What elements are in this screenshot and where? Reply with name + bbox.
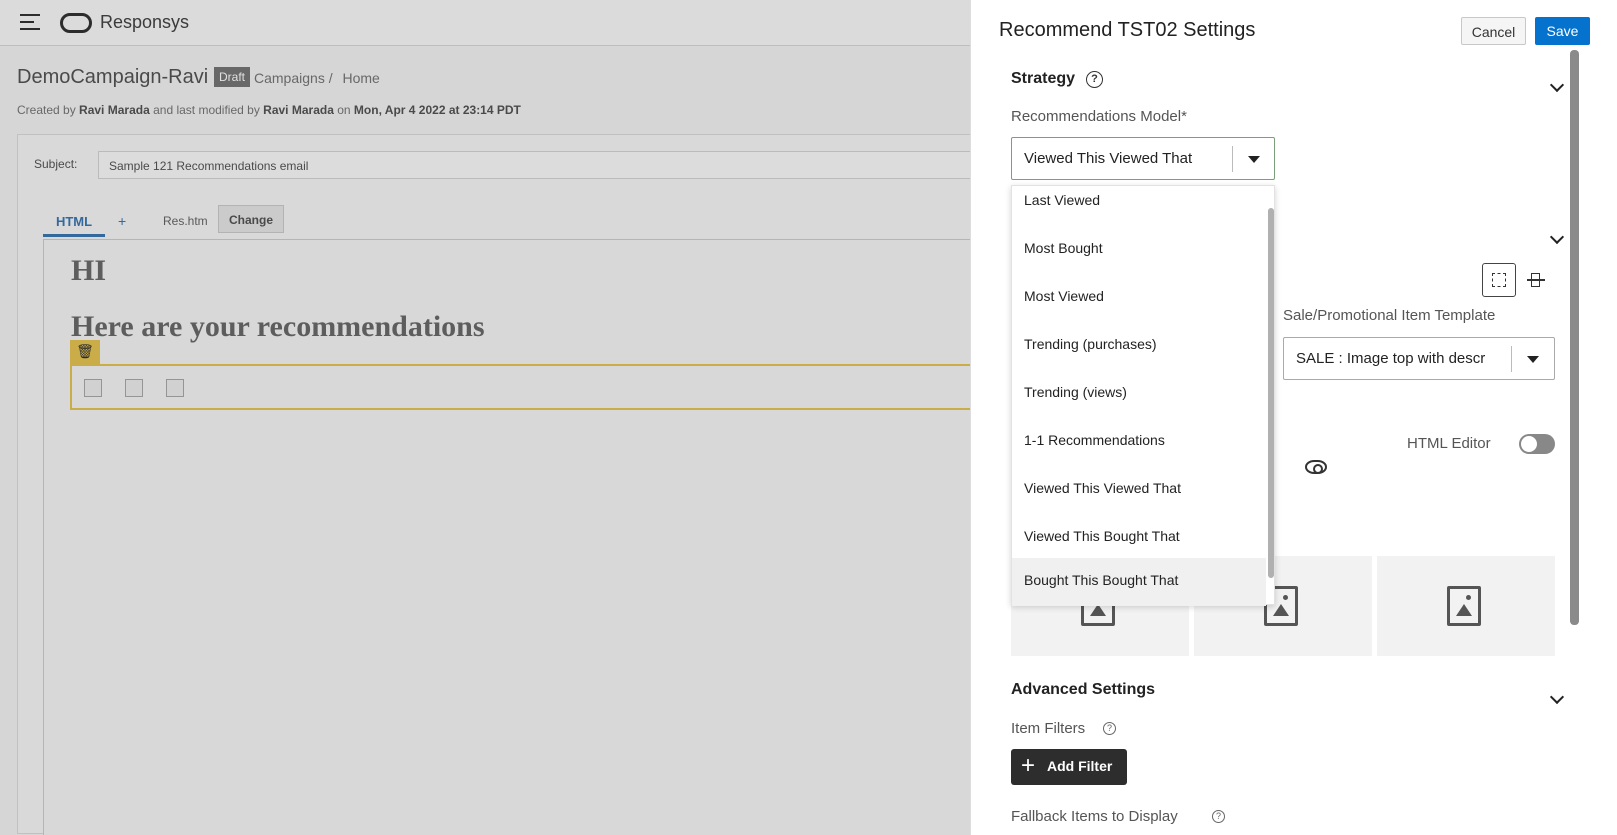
add-filter-label: Add Filter	[1047, 758, 1113, 774]
dropdown-scrollbar[interactable]	[1268, 208, 1274, 578]
image-placeholder-icon	[1447, 586, 1481, 626]
template-value[interactable]: SALE : Image top with descr	[1296, 350, 1496, 367]
dropdown-option[interactable]: Most Viewed	[1012, 274, 1266, 322]
help-icon[interactable]: ?	[1103, 722, 1116, 735]
cancel-button[interactable]: Cancel	[1461, 17, 1526, 45]
advanced-settings-title: Advanced Settings	[1011, 681, 1156, 698]
recommendations-model-value[interactable]: Viewed This Viewed That	[1024, 150, 1214, 167]
dropdown-option[interactable]: 1-1 Recommendations	[1012, 418, 1266, 466]
chevron-down-icon[interactable]	[1549, 229, 1565, 245]
settings-panel: Recommend TST02 Settings Cancel Save Str…	[970, 0, 1617, 835]
dropdown-option[interactable]: Trending (views)	[1012, 370, 1266, 418]
panel-title: Recommend TST02 Settings	[999, 19, 1256, 41]
chevron-down-icon[interactable]	[1549, 77, 1565, 93]
dropdown-option[interactable]: Most Bought	[1012, 226, 1266, 274]
help-icon[interactable]: ?	[1086, 71, 1103, 88]
html-editor-toggle[interactable]	[1519, 434, 1555, 454]
recommendations-model-select[interactable]: Viewed This Viewed That	[1011, 137, 1275, 180]
fallback-items-label: Fallback Items to Display	[1011, 808, 1178, 825]
help-icon[interactable]: ?	[1212, 810, 1225, 823]
modal-overlay	[0, 0, 970, 835]
dropdown-option[interactable]: Viewed This Viewed That	[1012, 466, 1266, 514]
item-filters-label: Item Filters	[1011, 720, 1086, 737]
preview-eye-icon[interactable]	[1305, 460, 1327, 474]
dropdown-option[interactable]: Trending (purchases)	[1012, 322, 1266, 370]
add-filter-button[interactable]: + Add Filter	[1011, 749, 1127, 785]
fit-width-icon[interactable]	[1527, 271, 1545, 289]
recommendations-model-dropdown: Last Viewed Most Bought Most Viewed Tren…	[1011, 185, 1275, 606]
dropdown-option-highlighted[interactable]: Bought This Bought That	[1012, 558, 1266, 606]
html-editor-label: HTML Editor	[1407, 435, 1491, 452]
plus-icon: +	[1021, 752, 1036, 779]
strategy-title: Strategy	[1011, 70, 1076, 87]
chevron-down-icon[interactable]	[1549, 689, 1565, 705]
caret-down-icon[interactable]	[1248, 156, 1260, 163]
template-select[interactable]: SALE : Image top with descr	[1283, 337, 1555, 380]
save-button[interactable]: Save	[1535, 17, 1590, 45]
panel-scrollbar[interactable]	[1570, 50, 1579, 625]
campaign-editor-app: Responsys DemoCampaign-Ravi Draft Campai…	[0, 0, 970, 835]
recommendations-model-label: Recommendations Model*	[1011, 108, 1187, 125]
grid-layout-icon[interactable]	[1482, 263, 1516, 297]
dropdown-option[interactable]: Viewed This Bought That	[1012, 514, 1266, 562]
caret-down-icon[interactable]	[1527, 356, 1539, 363]
dropdown-option[interactable]: Last Viewed	[1012, 178, 1266, 226]
template-label: Sale/Promotional Item Template	[1283, 307, 1496, 324]
recommendation-tile	[1377, 556, 1555, 656]
